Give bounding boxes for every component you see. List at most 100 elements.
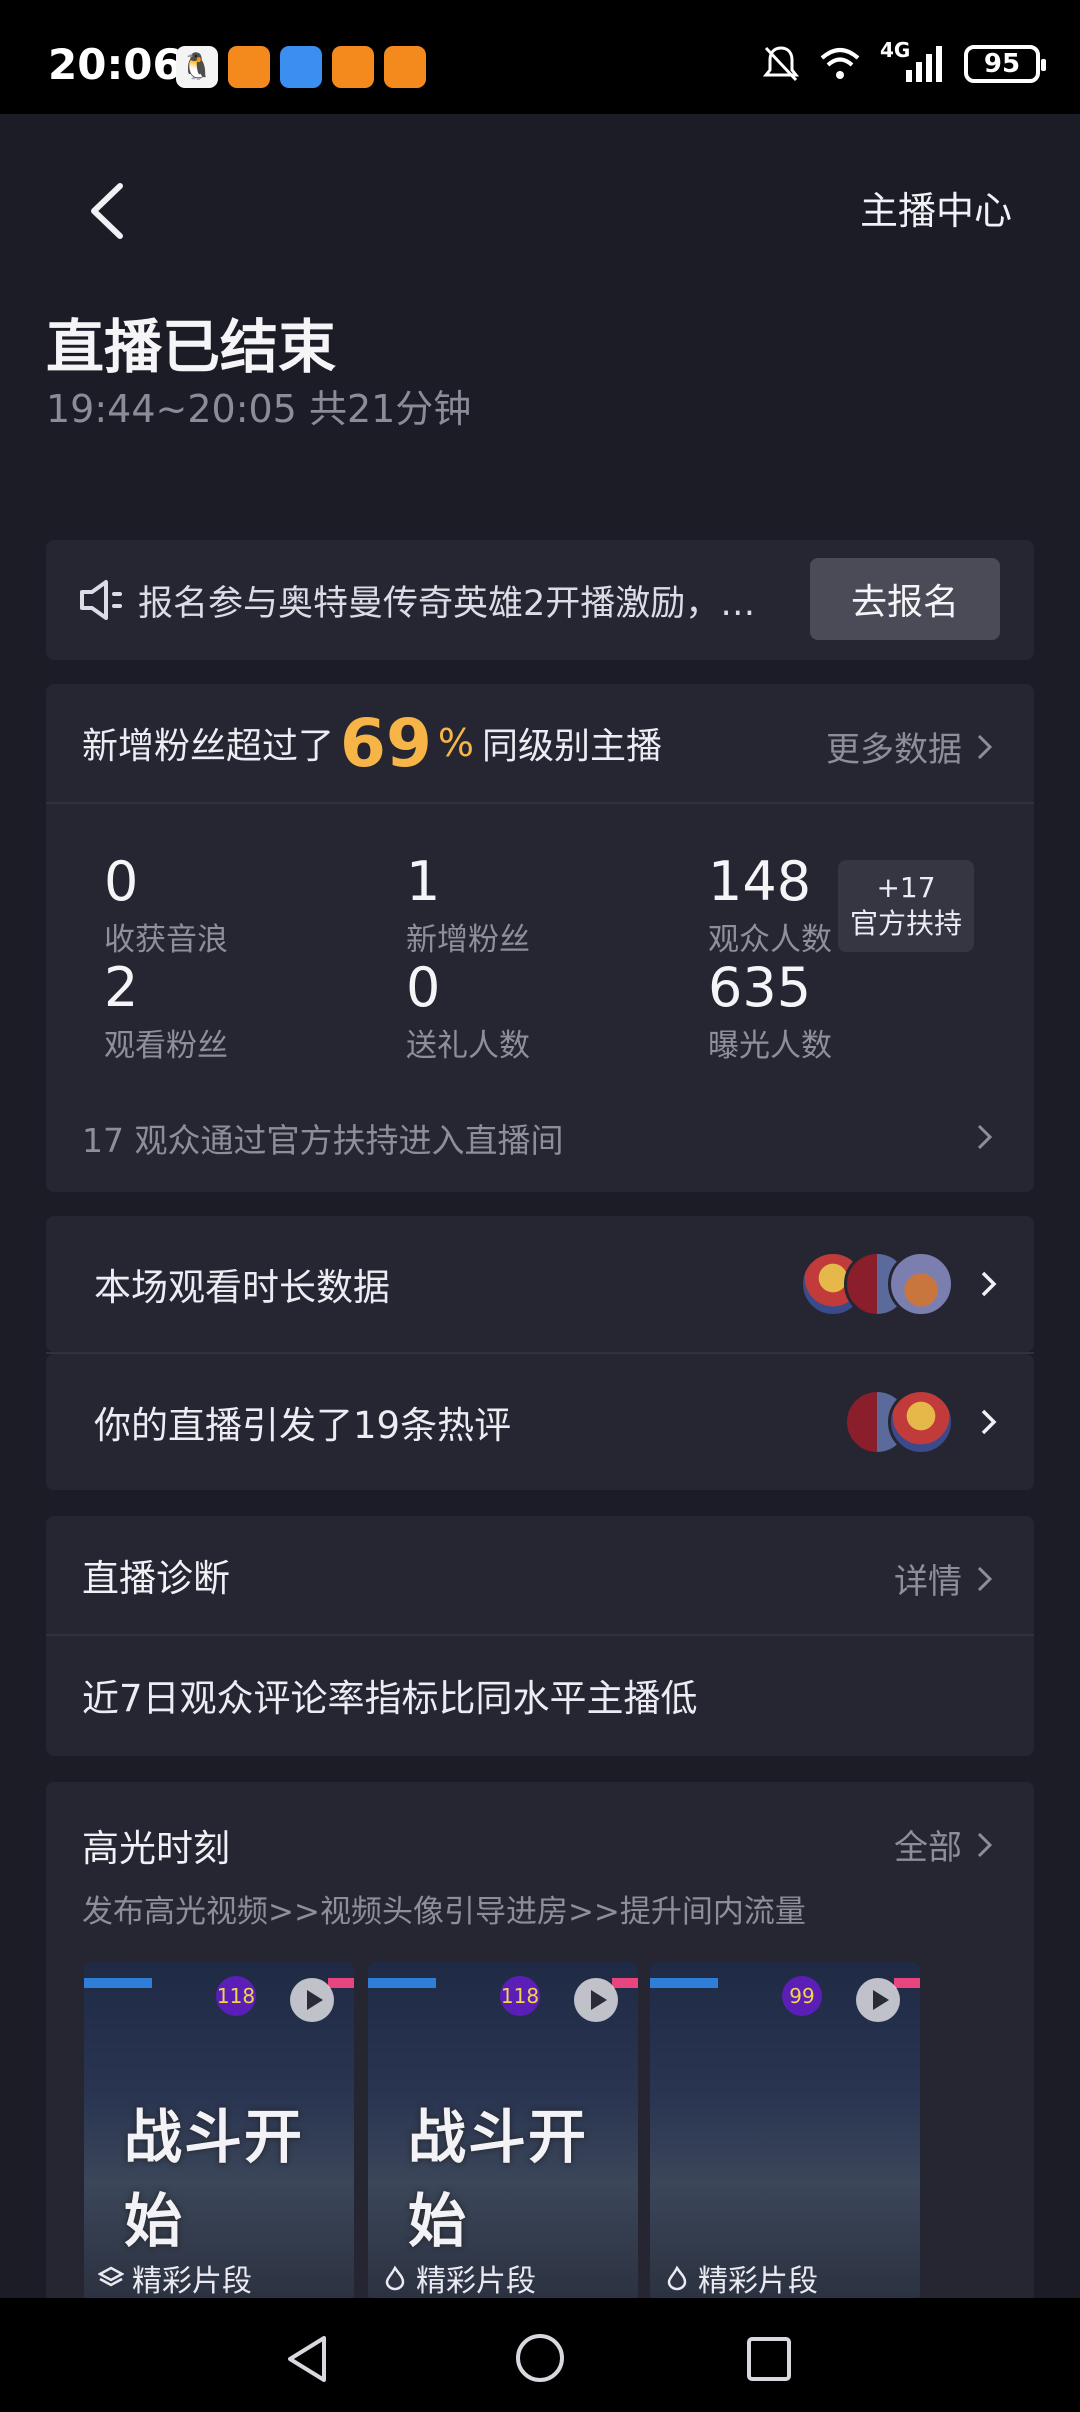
highlights-subtitle: 发布高光视频>>视频头像引导进房>>提升间内流量 <box>82 1894 806 1930</box>
diagnosis-title: 直播诊断 <box>46 1516 1034 1636</box>
back-icon[interactable] <box>76 176 136 246</box>
more-data-link[interactable]: 更多数据 <box>826 722 994 771</box>
clip-caption-label: 精彩片段 <box>698 2264 818 2299</box>
notice-text: 报名参与奥特曼传奇英雄2开播激励，… <box>138 583 756 624</box>
stat-value: 0 <box>406 956 441 1019</box>
bell-muted-icon <box>762 46 800 82</box>
clip-caption: 精彩片段 <box>98 2256 252 2300</box>
health-bar <box>328 1978 354 1988</box>
highlights-all-link[interactable]: 全部 <box>894 1820 994 1869</box>
stat-label: 收获音浪 <box>104 922 228 958</box>
stat-watching-fans: 2 观看粉丝 <box>104 958 228 1065</box>
chevron-right-icon[interactable] <box>976 1122 994 1152</box>
chevron-right-icon <box>981 1271 997 1297</box>
chevron-right-icon <box>977 1832 993 1857</box>
stat-label: 观看粉丝 <box>104 1028 228 1064</box>
play-icon[interactable] <box>574 1978 618 2022</box>
support-value: +17 <box>876 871 936 904</box>
viewer-avatars <box>800 1251 954 1317</box>
stat-label: 曝光人数 <box>708 1028 832 1064</box>
fans-compare-percent: 69 <box>340 704 432 782</box>
notification-icons: 🐧 <box>176 46 426 88</box>
play-icon[interactable] <box>290 1978 334 2022</box>
anchor-center-link[interactable]: 主播中心 <box>860 180 1012 235</box>
highlight-clip[interactable]: 118 战斗开始 精彩片段 <box>368 1962 638 2302</box>
highlights-card: 高光时刻 全部 发布高光视频>>视频头像引导进房>>提升间内流量 118 战斗开… <box>46 1782 1034 2302</box>
nav-recents-icon[interactable] <box>746 2336 792 2382</box>
status-bar: 20:06 🐧 4G 95 <box>0 0 1080 114</box>
weather-icon <box>280 46 322 88</box>
nav-back-icon[interactable] <box>284 2334 330 2384</box>
stat-label: 送礼人数 <box>406 1028 530 1064</box>
highlight-clip[interactable]: 118 战斗开始 精彩片段 <box>84 1962 354 2302</box>
clip-caption: 精彩片段 <box>382 2256 536 2300</box>
stat-label: 观众人数 <box>708 922 832 958</box>
timer-badge: 118 <box>500 1976 540 2016</box>
speaker-icon <box>80 580 122 620</box>
system-nav-bar <box>0 2298 1080 2412</box>
page-title: 直播已结束 <box>46 313 337 381</box>
top-bar: 主播中心 <box>0 114 1080 304</box>
fans-compare-suffix: 同级别主播 <box>481 726 662 767</box>
status-indicators: 4G 95 <box>762 38 1046 84</box>
highlights-all-label: 全部 <box>894 1828 962 1868</box>
live-duration: 19:44~20:05 共21分钟 <box>46 387 472 431</box>
app-orange-icon <box>332 46 374 88</box>
timer-badge: 118 <box>216 1976 256 2016</box>
watch-duration-row[interactable]: 本场观看时长数据 <box>46 1216 1034 1352</box>
play-icon[interactable] <box>856 1978 900 2022</box>
diagnosis-detail-label: 详情 <box>894 1562 962 1602</box>
health-bar <box>612 1978 638 1988</box>
clip-overlay-text: 战斗开始 <box>408 2103 589 2255</box>
layers-icon <box>98 2266 124 2287</box>
fans-compare-prefix: 新增粉丝超过了 <box>82 726 335 767</box>
status-time: 20:06 <box>48 40 182 89</box>
stat-new-fans: 1 新增粉丝 <box>406 852 530 959</box>
stat-label: 新增粉丝 <box>406 922 530 958</box>
hot-comments-label: 你的直播引发了19条热评 <box>94 1404 512 1447</box>
official-support-note[interactable]: 17 观众通过官方扶持进入直播间 <box>82 1114 563 1162</box>
avatar <box>888 1251 954 1317</box>
avatar <box>888 1389 954 1455</box>
health-bar <box>84 1978 152 1988</box>
stat-value: 635 <box>708 956 812 1019</box>
diagnosis-message: 近7日观众评论率指标比同水平主播低 <box>82 1677 698 1720</box>
flame-icon <box>385 2265 405 2291</box>
commenter-avatars <box>844 1389 954 1455</box>
chevron-right-icon <box>977 1566 993 1591</box>
official-support-badge: +17 官方扶持 <box>838 860 974 952</box>
stat-value: 0 <box>104 850 139 913</box>
health-bar <box>368 1978 436 1988</box>
qq-penguin-icon: 🐧 <box>176 46 218 88</box>
signup-button[interactable]: 去报名 <box>810 558 1000 640</box>
stat-sound-waves: 0 收获音浪 <box>104 852 228 959</box>
timer-badge: 99 <box>782 1976 822 2016</box>
chevron-right-icon <box>981 1409 997 1435</box>
nav-home-icon[interactable] <box>514 2332 566 2384</box>
flame-icon <box>667 2265 687 2291</box>
watch-duration-label: 本场观看时长数据 <box>94 1266 390 1309</box>
live-diagnosis-card: 直播诊断 详情 近7日观众评论率指标比同水平主播低 <box>46 1516 1034 1756</box>
cellular-signal-icon: 4G <box>880 38 946 84</box>
clip-overlay-text: 战斗开始 <box>124 2103 305 2255</box>
diagnosis-detail-link[interactable]: 详情 <box>894 1554 994 1603</box>
stat-gift-senders: 0 送礼人数 <box>406 958 530 1065</box>
chevron-right-icon <box>977 734 993 759</box>
clip-caption: 精彩片段 <box>664 2256 818 2300</box>
more-data-label: 更多数据 <box>826 730 962 770</box>
support-label: 官方扶持 <box>849 907 962 940</box>
highlight-clip[interactable]: 99 精彩片段 <box>650 1962 920 2302</box>
event-notice-banner[interactable]: 报名参与奥特曼传奇英雄2开播激励，… 去报名 <box>46 540 1034 660</box>
clip-caption-label: 精彩片段 <box>132 2264 252 2299</box>
health-bar <box>894 1978 920 1988</box>
fans-compare-percent-sign: % <box>437 721 474 765</box>
battery-indicator: 95 <box>964 45 1046 83</box>
hot-comments-row[interactable]: 你的直播引发了19条热评 <box>46 1354 1034 1490</box>
highlights-title: 高光时刻 <box>82 1827 230 1870</box>
stat-viewers: 148 观众人数 <box>708 852 832 959</box>
app-orange-icon <box>384 46 426 88</box>
health-bar <box>650 1978 718 1988</box>
wifi-icon <box>820 48 860 79</box>
app-orange-icon <box>228 46 270 88</box>
stat-value: 148 <box>708 850 812 913</box>
